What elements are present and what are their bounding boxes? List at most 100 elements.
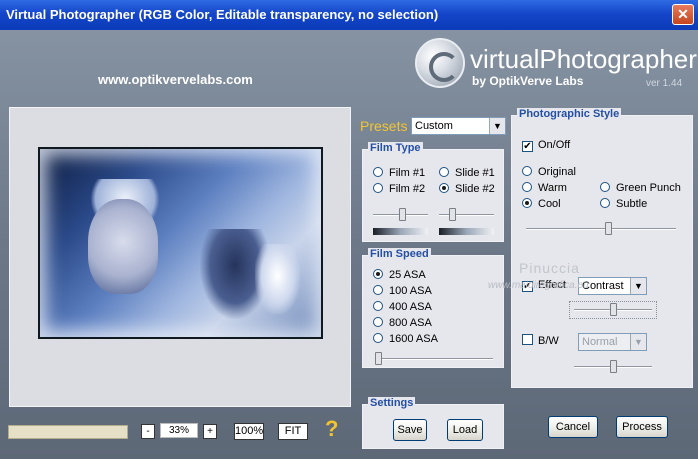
radio-label: Film #2 [389, 183, 426, 195]
brand-url[interactable]: www.optikvervelabs.com [98, 72, 253, 87]
slider-track [375, 358, 493, 360]
zoom-fit-button[interactable]: FIT [278, 423, 308, 440]
zoom-out-button[interactable]: - [141, 424, 155, 439]
zoom-value: 33% [160, 423, 198, 438]
load-button[interactable]: Load [447, 419, 483, 441]
radio-label: Film #1 [389, 167, 426, 179]
radio-dot [522, 166, 532, 176]
film-type-right-slider[interactable] [439, 208, 494, 222]
watermark-site: www.maidiregrafica.eu [488, 280, 589, 291]
slider-thumb[interactable] [610, 303, 617, 316]
app-window: Virtual Photographer (RGB Color, Editabl… [0, 0, 698, 459]
radio-dot [373, 183, 383, 193]
close-button[interactable]: ✕ [672, 4, 694, 25]
radio-label: Slide #2 [455, 183, 495, 195]
radio-label: Warm [538, 182, 567, 194]
bw-checkbox[interactable]: B/W [522, 334, 559, 347]
film-gradient-right [439, 228, 494, 235]
presets-select[interactable]: Custom ▼ [411, 117, 506, 135]
film-type-left-slider[interactable] [373, 208, 428, 222]
slider-thumb[interactable] [375, 352, 382, 365]
logo-text: virtualPhotographer [470, 44, 697, 74]
film-speed-title: Film Speed [368, 248, 431, 260]
radio-dot [373, 285, 383, 295]
preview-area[interactable] [9, 107, 351, 407]
slider-track [526, 228, 676, 230]
slider-track [439, 214, 494, 216]
radio-label: Subtle [616, 198, 648, 210]
bw-select[interactable]: Normal ▼ [578, 333, 647, 351]
slider-thumb[interactable] [449, 208, 456, 221]
radio-1600-asa[interactable]: 1600 ASA [373, 333, 438, 345]
cancel-button[interactable]: Cancel [548, 416, 598, 438]
presets-label: Presets [360, 118, 408, 134]
radio-label: Green Punch [616, 182, 681, 194]
radio-film-2[interactable]: Film #2 [373, 183, 425, 195]
radio-dot [373, 269, 383, 279]
radio-dot [439, 183, 449, 193]
on-off-checkbox[interactable]: ✔ On/Off [522, 139, 570, 152]
radio-label: 100 ASA [389, 285, 432, 297]
zoom-100-button[interactable]: 100% [234, 423, 264, 440]
radio-label: 800 ASA [389, 317, 432, 329]
radio-label: 400 ASA [389, 301, 432, 313]
presets-value: Custom [415, 120, 453, 132]
radio-dot [600, 182, 610, 192]
radio-label: Original [538, 166, 576, 178]
radio-dot [373, 317, 383, 327]
radio-original[interactable]: Original [522, 166, 576, 178]
photo-rim [40, 149, 321, 337]
radio-label: 1600 ASA [389, 333, 438, 345]
effect-slider[interactable] [574, 303, 652, 317]
radio-slide-1[interactable]: Slide #1 [439, 167, 495, 179]
settings-group: Settings Save Load [362, 397, 504, 449]
film-speed-group: Film Speed 25 ASA 100 ASA 400 ASA 800 AS… [362, 248, 504, 368]
title-bar[interactable]: Virtual Photographer (RGB Color, Editabl… [0, 0, 698, 30]
main-panel: www.optikvervelabs.com virtualPhotograph… [0, 30, 698, 459]
radio-dot [600, 198, 610, 208]
radio-cool[interactable]: Cool [522, 198, 561, 210]
photographic-style-title: Photographic Style [517, 108, 622, 120]
logo-byline: by OptikVerve Labs [472, 74, 584, 88]
progress-bar [8, 425, 128, 439]
checkbox-label: On/Off [538, 139, 571, 151]
bw-slider[interactable] [574, 360, 652, 374]
radio-label: Cool [538, 198, 561, 210]
radio-warm[interactable]: Warm [522, 182, 567, 194]
radio-400-asa[interactable]: 400 ASA [373, 301, 432, 313]
slider-thumb[interactable] [605, 222, 612, 235]
logo-icon [415, 38, 465, 88]
radio-subtle[interactable]: Subtle [600, 198, 647, 210]
process-button[interactable]: Process [616, 416, 668, 438]
chevron-down-icon: ▼ [489, 118, 505, 134]
window-title: Virtual Photographer (RGB Color, Editabl… [6, 7, 439, 22]
checkbox-box [522, 334, 533, 345]
film-type-title: Film Type [368, 142, 423, 154]
chevron-down-icon: ▼ [630, 334, 646, 350]
version-label: ver 1.44 [646, 78, 683, 89]
radio-green-punch[interactable]: Green Punch [600, 182, 681, 194]
style-slider[interactable] [526, 222, 676, 236]
radio-dot [522, 198, 532, 208]
radio-800-asa[interactable]: 800 ASA [373, 317, 432, 329]
radio-slide-2[interactable]: Slide #2 [439, 183, 495, 195]
radio-25-asa[interactable]: 25 ASA [373, 269, 426, 281]
film-gradient-left [373, 228, 428, 235]
help-icon[interactable]: ? [325, 416, 338, 442]
checkbox-label: B/W [538, 335, 559, 347]
save-button[interactable]: Save [393, 419, 427, 441]
radio-film-1[interactable]: Film #1 [373, 167, 425, 179]
film-speed-slider[interactable] [375, 352, 493, 366]
radio-label: 25 ASA [389, 269, 426, 281]
radio-label: Slide #1 [455, 167, 495, 179]
slider-thumb[interactable] [610, 360, 617, 373]
radio-dot [439, 167, 449, 177]
watermark-name: Pinuccia [519, 260, 580, 276]
radio-dot [373, 333, 383, 343]
radio-100-asa[interactable]: 100 ASA [373, 285, 432, 297]
preview-image [38, 147, 323, 339]
bw-value: Normal [582, 336, 618, 348]
slider-thumb[interactable] [399, 208, 406, 221]
photographic-style-group: Photographic Style ✔ On/Off Original Warm… [511, 108, 693, 388]
zoom-in-button[interactable]: + [203, 424, 217, 439]
